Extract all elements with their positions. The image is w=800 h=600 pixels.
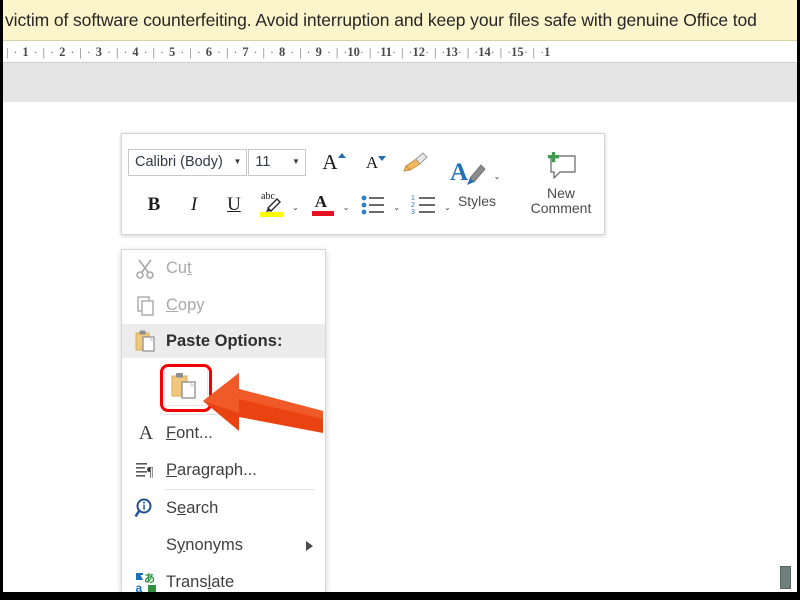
chevron-down-icon[interactable]: ⌄ (339, 204, 354, 212)
context-menu-item-paste-options: Paste Options: (122, 324, 325, 358)
italic-icon: I (190, 194, 198, 215)
copy-icon (126, 295, 166, 317)
paragraph-icon: ¶ (126, 460, 166, 482)
context-menu-label-synonyms: Synonyms (166, 536, 244, 554)
shrink-font-icon: A (365, 152, 387, 172)
mini-toolbar-row-1: Calibri (Body) ▼ 11 ▼ A A (128, 140, 432, 184)
bold-icon: B (147, 194, 161, 215)
font-name-value: Calibri (Body) (135, 154, 223, 170)
ruler-ticks: | · 1 · | · 2 · | · 3 · | · 4 · | · 5 · | · 6 · | · 7 · | · 8 · | · 9 · | · 10… (6, 44, 551, 59)
context-menu-item-translate[interactable]: a あ Translate (122, 564, 325, 592)
new-comment-line2: Comment (530, 200, 592, 216)
context-menu-item-cut[interactable]: Cut (122, 250, 325, 287)
italic-button[interactable]: I (178, 190, 210, 220)
svg-text:2: 2 (411, 202, 415, 209)
search-magnifier-icon (126, 497, 166, 521)
mini-toolbar-left-group: Calibri (Body) ▼ 11 ▼ A A B I U abc ⌄ A … (122, 134, 451, 234)
context-menu-item-synonyms[interactable]: Synonyms (122, 527, 325, 564)
chevron-down-icon[interactable]: ⌄ (389, 204, 404, 212)
svg-text:あ: あ (144, 572, 155, 585)
font-a-icon: A (138, 422, 154, 444)
window-bottom-edge (3, 592, 797, 600)
shrink-font-button[interactable]: A (356, 147, 388, 177)
grow-font-button[interactable]: A (314, 147, 346, 177)
styles-icon: A (450, 159, 486, 186)
context-menu-item-search[interactable]: Search (122, 490, 325, 527)
bold-button[interactable]: B (138, 190, 170, 220)
font-color-icon: A (311, 192, 334, 218)
chevron-down-icon[interactable]: ▼ (289, 158, 303, 166)
chevron-down-icon[interactable]: ⌄ (288, 204, 303, 212)
new-comment-line1: New (546, 184, 575, 201)
font-name-combobox[interactable]: Calibri (Body) ▼ (128, 148, 248, 176)
svg-text:¶: ¶ (147, 465, 154, 480)
context-menu-label-paste-options: Paste Options: (166, 331, 283, 350)
underline-icon: U (227, 194, 241, 215)
highlighter-icon: abc (260, 191, 284, 218)
grow-font-letter: A (322, 149, 338, 174)
document-chrome-band (3, 62, 797, 102)
word-document-window: victim of software counterfeiting. Avoid… (0, 0, 800, 600)
context-menu-item-copy[interactable]: Copy (122, 287, 325, 324)
svg-text:3: 3 (411, 209, 415, 216)
clipboard-icon (126, 329, 166, 353)
new-comment-label: New Comment (530, 184, 592, 217)
styles-button[interactable]: A ⌄ Styles (436, 134, 518, 234)
svg-text:1: 1 (411, 195, 415, 202)
format-painter-button[interactable] (400, 147, 432, 177)
bullet-list-icon (362, 195, 385, 215)
triangle-up-icon (337, 152, 346, 158)
font-color-button[interactable]: A (307, 190, 339, 220)
font-size-value: 11 (255, 154, 271, 170)
translate-icon: a あ (126, 571, 166, 593)
font-color-swatch (311, 211, 334, 216)
format-painter-icon (403, 152, 428, 172)
font-color-letter: A (314, 192, 327, 211)
chevron-down-icon[interactable]: ⌄ (440, 204, 455, 212)
highlight-color-swatch (260, 212, 283, 217)
numbered-list-icon: 1 2 3 (411, 195, 436, 216)
new-comment-button[interactable]: New Comment (518, 134, 604, 234)
mini-toolbar-row-2: B I U abc ⌄ A ⌄ ⌄ 1 2 3 ⌄ (128, 184, 451, 226)
right-click-context-menu: Cut Copy Paste Options: A Font... ¶ Para… (121, 249, 326, 592)
styles-label: Styles (457, 193, 497, 210)
context-menu-label-search: Search (166, 499, 219, 517)
paste-options-gallery (122, 358, 325, 414)
text-highlight-color-button[interactable]: abc (256, 190, 288, 220)
chevron-down-icon[interactable]: ▼ (230, 158, 244, 166)
shrink-font-letter: A (365, 152, 379, 172)
banner-message: victim of software counterfeiting. Avoid… (5, 9, 757, 30)
paste-keep-source-formatting-icon (171, 373, 196, 399)
context-menu-label-copy: Copy (166, 296, 205, 314)
vertical-scrollbar-thumb[interactable] (780, 566, 791, 589)
context-menu-label-paragraph: Paragraph... (166, 461, 257, 479)
formatting-mini-toolbar: Calibri (Body) ▼ 11 ▼ A A B I U abc ⌄ A … (121, 133, 605, 235)
svg-text:A: A (450, 159, 468, 186)
grow-font-icon: A (322, 149, 346, 174)
genuine-office-notification-banner: victim of software counterfeiting. Avoid… (3, 0, 797, 41)
context-menu-item-font[interactable]: A Font... (122, 415, 325, 452)
scissors-icon (126, 258, 166, 280)
triangle-down-icon (378, 155, 387, 161)
horizontal-ruler[interactable]: | · 1 · | · 2 · | · 3 · | · 4 · | · 5 · | · 6 · | · 7 · | · 8 · | · 9 · | · 10… (3, 42, 797, 62)
context-menu-label-translate: Translate (166, 573, 235, 591)
paste-keep-source-formatting-button[interactable] (164, 366, 208, 406)
context-menu-item-paragraph[interactable]: ¶ Paragraph... (122, 452, 325, 489)
context-menu-label-font: Font... (166, 424, 213, 442)
font-size-combobox[interactable]: 11 ▼ (248, 148, 306, 176)
submenu-arrow-icon (306, 540, 313, 551)
bullets-button[interactable] (357, 190, 389, 220)
chevron-down-icon[interactable]: ⌄ (490, 173, 505, 181)
svg-text:a: a (136, 581, 143, 593)
underline-button[interactable]: U (218, 190, 250, 220)
context-menu-label-cut: Cut (166, 259, 192, 277)
new-comment-icon (548, 151, 576, 179)
